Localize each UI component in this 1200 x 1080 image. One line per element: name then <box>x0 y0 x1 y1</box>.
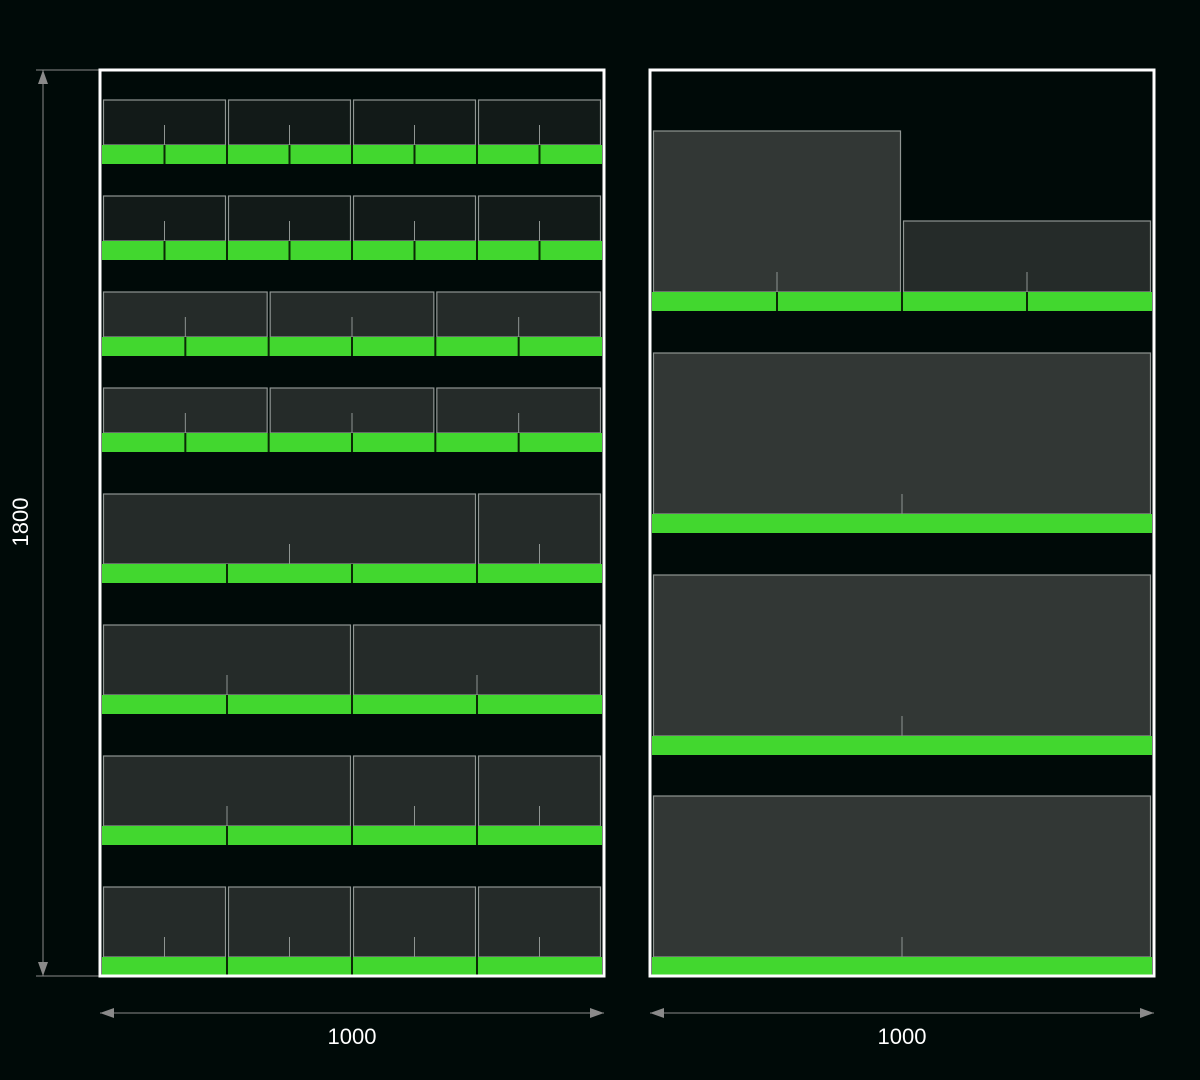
shelf-divider <box>434 433 437 452</box>
shelf-divider <box>351 564 353 583</box>
shelf-divider <box>267 433 270 452</box>
stored-item <box>652 574 1152 737</box>
shelf-divider <box>538 145 541 164</box>
right-width-label: 1000 <box>878 1024 927 1049</box>
shelf-divider <box>226 957 228 976</box>
shelf-divider <box>288 145 291 164</box>
stored-item <box>652 130 902 293</box>
stored-item <box>652 352 1152 515</box>
shelf-divider <box>476 564 478 583</box>
shelf-divider <box>288 241 291 260</box>
shelf-divider <box>184 433 187 452</box>
shelf-bar <box>652 736 1152 755</box>
shelf-divider <box>267 337 270 356</box>
shelf-divider <box>413 241 416 260</box>
shelf <box>652 795 1152 976</box>
shelf-divider <box>163 241 166 260</box>
shelf-divider <box>226 241 228 260</box>
shelf-divider <box>476 695 478 714</box>
shelf <box>652 352 1152 533</box>
stored-item <box>652 795 1152 958</box>
shelf-bar <box>652 514 1152 533</box>
left-rack <box>98 68 606 978</box>
height-label: 1800 <box>8 498 33 547</box>
shelf-divider <box>226 564 228 583</box>
shelf-divider <box>538 241 541 260</box>
shelf-divider <box>434 337 437 356</box>
shelf-divider <box>351 241 353 260</box>
shelf-divider <box>351 433 353 452</box>
shelf-divider <box>184 337 187 356</box>
shelf-divider <box>901 292 903 311</box>
shelf-divider <box>476 957 478 976</box>
shelf-divider <box>351 826 353 845</box>
shelf-divider <box>413 145 416 164</box>
rack-layout-diagram: 1800 1000 1000 <box>0 0 1200 1080</box>
shelf-divider <box>517 433 520 452</box>
shelf-divider <box>351 145 353 164</box>
shelf-divider <box>226 826 228 845</box>
shelf <box>652 574 1152 755</box>
shelf-divider <box>351 337 353 356</box>
shelf <box>102 387 602 452</box>
shelf-divider <box>476 241 478 260</box>
shelf <box>102 493 602 583</box>
shelf-bar <box>652 957 1152 976</box>
shelf-divider <box>351 957 353 976</box>
shelf-divider <box>776 292 778 311</box>
shelf-divider <box>476 145 478 164</box>
shelf-divider <box>351 695 353 714</box>
shelf-divider <box>476 826 478 845</box>
right-rack <box>648 68 1156 978</box>
shelf-divider <box>226 145 228 164</box>
left-width-label: 1000 <box>328 1024 377 1049</box>
shelf-divider <box>1026 292 1028 311</box>
shelf <box>102 291 602 356</box>
shelf-divider <box>163 145 166 164</box>
shelf-divider <box>226 695 228 714</box>
shelf-divider <box>517 337 520 356</box>
